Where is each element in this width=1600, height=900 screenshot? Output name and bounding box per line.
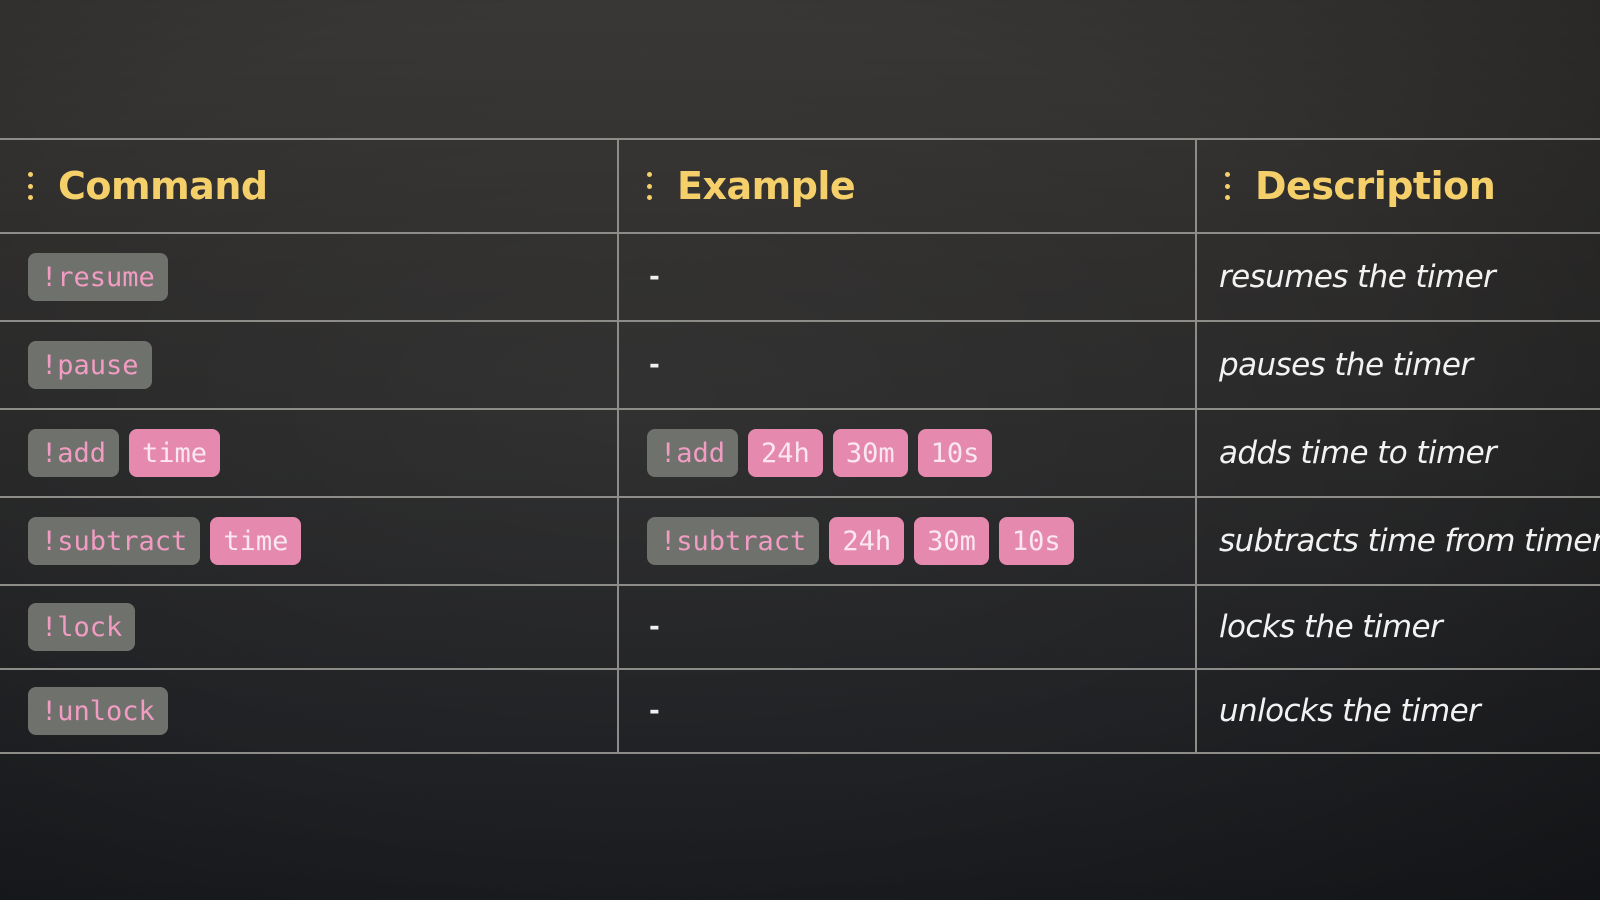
- column-header-command[interactable]: Command: [0, 138, 619, 234]
- example-argument-chip: 10s: [917, 429, 993, 477]
- example-command-chip: !add: [647, 429, 739, 477]
- column-header-label: Command: [58, 164, 268, 208]
- command-chip: !unlock: [28, 687, 168, 735]
- column-header-label: Description: [1255, 164, 1496, 208]
- empty-example: -: [649, 696, 660, 726]
- command-cell[interactable]: !resume: [0, 232, 619, 322]
- drag-handle-icon[interactable]: [1225, 172, 1231, 200]
- command-chip: !lock: [28, 603, 136, 651]
- example-cell[interactable]: -: [617, 232, 1197, 322]
- description-text: adds time to timer: [1219, 435, 1497, 471]
- description-cell[interactable]: resumes the timer: [1195, 232, 1600, 322]
- drag-handle-icon[interactable]: [28, 172, 34, 200]
- empty-example: -: [649, 612, 660, 642]
- column-header-label: Example: [677, 164, 856, 208]
- example-argument-chip: 30m: [832, 429, 908, 477]
- example-cell[interactable]: -: [617, 584, 1197, 670]
- table-row[interactable]: !unlock - unlocks the timer: [0, 668, 1600, 754]
- command-chip: !pause: [28, 341, 152, 389]
- example-argument-chip: 24h: [829, 517, 905, 565]
- command-cell[interactable]: !subtract time: [0, 496, 619, 586]
- command-chip: !subtract: [28, 517, 201, 565]
- example-command-chip: !subtract: [647, 517, 820, 565]
- argument-chip: time: [210, 517, 302, 565]
- description-cell[interactable]: locks the timer: [1195, 584, 1600, 670]
- description-text: resumes the timer: [1219, 259, 1496, 295]
- command-chip: !resume: [28, 253, 168, 301]
- column-header-example[interactable]: Example: [617, 138, 1197, 234]
- description-cell[interactable]: adds time to timer: [1195, 408, 1600, 498]
- description-cell[interactable]: subtracts time from timer: [1195, 496, 1600, 586]
- description-text: pauses the timer: [1219, 347, 1473, 383]
- table-row[interactable]: !subtract time !subtract 24h 30m 10s sub…: [0, 496, 1600, 586]
- description-cell[interactable]: pauses the timer: [1195, 320, 1600, 410]
- commands-table-wrapper: Command Example Description !resume - re…: [0, 138, 1600, 754]
- table-header-row: Command Example Description: [0, 138, 1600, 234]
- table-row[interactable]: !resume - resumes the timer: [0, 232, 1600, 322]
- example-cell[interactable]: !subtract 24h 30m 10s: [617, 496, 1197, 586]
- command-cell[interactable]: !unlock: [0, 668, 619, 754]
- command-chip: !add: [28, 429, 120, 477]
- empty-example: -: [649, 350, 660, 380]
- argument-chip: time: [129, 429, 221, 477]
- drag-handle-icon[interactable]: [647, 172, 653, 200]
- example-argument-chip: 24h: [748, 429, 823, 477]
- empty-example: -: [649, 262, 660, 292]
- command-cell[interactable]: !pause: [0, 320, 619, 410]
- example-cell[interactable]: -: [617, 320, 1197, 410]
- table-row[interactable]: !pause - pauses the timer: [0, 320, 1600, 410]
- description-cell[interactable]: unlocks the timer: [1195, 668, 1600, 754]
- column-header-description[interactable]: Description: [1195, 138, 1600, 234]
- example-argument-chip: 10s: [998, 517, 1074, 565]
- example-cell[interactable]: -: [617, 668, 1197, 754]
- example-argument-chip: 30m: [914, 517, 989, 565]
- description-text: subtracts time from timer: [1219, 523, 1600, 559]
- table-row[interactable]: !lock - locks the timer: [0, 584, 1600, 670]
- commands-table: Command Example Description !resume - re…: [0, 138, 1600, 754]
- description-text: locks the timer: [1219, 609, 1443, 645]
- description-text: unlocks the timer: [1219, 693, 1481, 729]
- example-cell[interactable]: !add 24h 30m 10s: [617, 408, 1197, 498]
- command-cell[interactable]: !lock: [0, 584, 619, 670]
- command-cell[interactable]: !add time: [0, 408, 619, 498]
- table-row[interactable]: !add time !add 24h 30m 10s adds time to …: [0, 408, 1600, 498]
